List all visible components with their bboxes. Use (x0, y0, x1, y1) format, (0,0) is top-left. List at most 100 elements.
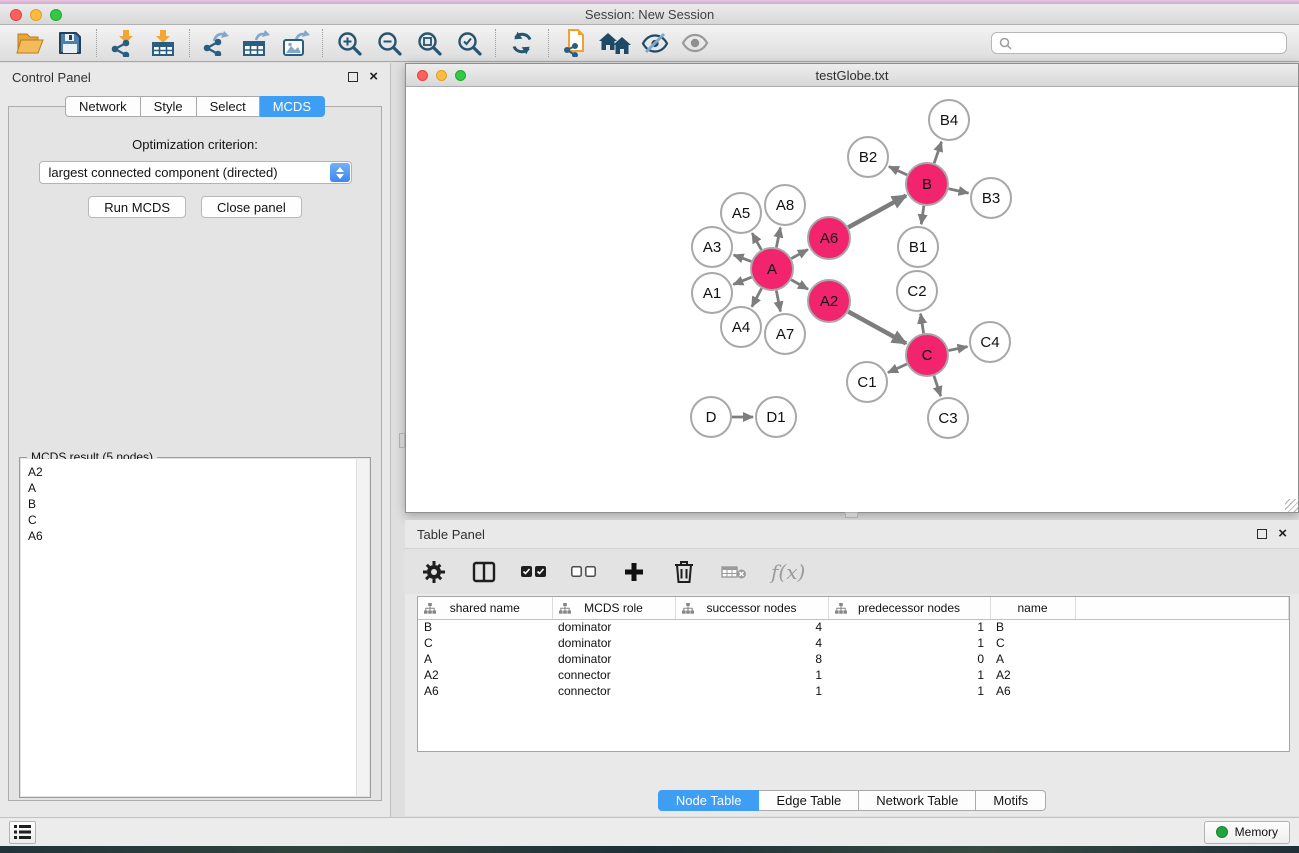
column-header-predecessor-nodes[interactable]: predecessor nodes (828, 597, 990, 619)
float-panel-icon[interactable] (348, 72, 358, 82)
close-panel-button[interactable]: Close panel (201, 196, 302, 218)
home-icon[interactable] (595, 26, 635, 60)
result-scrollbar[interactable] (356, 459, 369, 796)
tab-mcds[interactable]: MCDS (260, 96, 325, 117)
optimization-criterion-label: Optimization criterion: (9, 137, 381, 152)
zoom-window-button[interactable] (50, 9, 62, 21)
graph-edge-B-B2[interactable] (889, 167, 907, 175)
table-row[interactable]: Adominator80A (418, 651, 1289, 667)
graph-edge-A-A3[interactable] (734, 255, 752, 262)
export-image-icon[interactable] (276, 26, 316, 60)
toolbar-separator (548, 29, 549, 57)
delete-table-icon[interactable] (721, 557, 747, 587)
zoom-fit-icon[interactable] (409, 26, 449, 60)
graph-edge-A-A5[interactable] (752, 233, 761, 250)
table-row[interactable]: A2connector11A2 (418, 667, 1289, 683)
result-item[interactable]: C (28, 512, 362, 528)
float-table-panel-icon[interactable] (1257, 529, 1267, 539)
table-row[interactable]: Bdominator41B (418, 619, 1289, 635)
close-panel-icon[interactable]: × (369, 72, 378, 82)
refresh-icon[interactable] (502, 26, 542, 60)
close-window-button[interactable] (10, 9, 22, 21)
result-item[interactable]: A2 (28, 464, 362, 480)
optimization-select[interactable]: largest connected component (directed) (39, 161, 352, 184)
select-all-icon[interactable] (521, 557, 547, 587)
graph-edge-A-A7[interactable] (776, 291, 780, 312)
graph-edge-A-A8[interactable] (776, 228, 780, 248)
add-column-icon[interactable] (621, 557, 647, 587)
resize-grip-icon[interactable] (1285, 499, 1298, 512)
network-zoom-button[interactable] (455, 70, 466, 81)
window-controls (10, 9, 62, 21)
hide-graphics-details-icon[interactable] (635, 26, 675, 60)
graph-edge-B-B1[interactable] (921, 206, 924, 224)
graph-edge-A2-C[interactable] (848, 312, 906, 344)
result-item[interactable]: A (28, 480, 362, 496)
task-list-button[interactable] (9, 821, 36, 844)
graph-node-label: A (767, 261, 777, 278)
horizontal-divider-handle[interactable] (845, 512, 858, 518)
column-header-shared-name[interactable]: shared name (418, 597, 552, 619)
graph-edge-B-B3[interactable] (948, 189, 968, 193)
network-minimize-button[interactable] (436, 70, 447, 81)
export-network-icon[interactable] (196, 26, 236, 60)
run-mcds-button[interactable]: Run MCDS (88, 196, 186, 218)
node-table: shared nameMCDS rolesuccessor nodesprede… (418, 597, 1289, 699)
function-builder-icon[interactable]: f(x) (771, 557, 805, 587)
import-table-icon[interactable] (143, 26, 183, 60)
delete-column-icon[interactable] (671, 557, 697, 587)
tab-edge-table[interactable]: Edge Table (759, 790, 859, 811)
graph-edge-C-C4[interactable] (949, 347, 968, 351)
table-cell: C (418, 635, 552, 651)
tab-network-table[interactable]: Network Table (859, 790, 976, 811)
open-file-icon[interactable] (10, 26, 50, 60)
column-header-name[interactable]: name (990, 597, 1075, 619)
show-graphics-details-icon[interactable] (675, 26, 715, 60)
vertical-divider-handle[interactable] (399, 433, 405, 448)
graph-edge-A6-B[interactable] (848, 196, 906, 228)
table-panel-title: Table Panel (417, 527, 485, 542)
graph-edge-A-A4[interactable] (752, 288, 762, 306)
export-table-icon[interactable] (236, 26, 276, 60)
graph-edge-A-A6[interactable] (791, 249, 808, 258)
network-close-button[interactable] (417, 70, 428, 81)
column-header-successor-nodes[interactable]: successor nodes (675, 597, 828, 619)
search-input[interactable] (1017, 36, 1279, 50)
graph-edge-A-A1[interactable] (733, 277, 751, 284)
minimize-window-button[interactable] (30, 9, 42, 21)
graph-edge-C-C2[interactable] (921, 314, 924, 334)
toolbar-separator (189, 29, 190, 57)
table-row[interactable]: A6connector11A6 (418, 683, 1289, 699)
gear-icon[interactable] (421, 557, 447, 587)
search-field[interactable] (991, 32, 1287, 54)
import-network-icon[interactable] (103, 26, 143, 60)
tab-motifs[interactable]: Motifs (976, 790, 1046, 811)
split-columns-icon[interactable] (471, 557, 497, 587)
clone-network-icon[interactable] (555, 26, 595, 60)
deselect-all-icon[interactable] (571, 557, 597, 587)
memory-button[interactable]: Memory (1204, 821, 1290, 844)
graph-edge-A-A2[interactable] (791, 280, 808, 289)
network-window-titlebar[interactable]: testGlobe.txt (406, 64, 1298, 87)
zoom-selected-icon[interactable] (449, 26, 489, 60)
tab-select[interactable]: Select (197, 96, 260, 117)
graph-edge-C-C1[interactable] (888, 364, 907, 373)
zoom-out-icon[interactable] (369, 26, 409, 60)
tab-network[interactable]: Network (65, 96, 141, 117)
zoom-in-icon[interactable] (329, 26, 369, 60)
table-cell: A (990, 651, 1075, 667)
network-canvas[interactable]: B4B2BB3A8A5A6A3B1AA1C2A2A4A7C4CC1C3DD1 (406, 88, 1298, 512)
result-item[interactable]: B (28, 496, 362, 512)
result-item[interactable]: A6 (28, 528, 362, 544)
table-cell: 4 (675, 619, 828, 635)
graph-edge-C-C3[interactable] (934, 376, 941, 396)
table-row[interactable]: Cdominator41C (418, 635, 1289, 651)
graph-edge-B-B4[interactable] (934, 142, 941, 163)
app-title: Session: New Session (0, 7, 1299, 22)
tab-style[interactable]: Style (141, 96, 197, 117)
graph-node-label: A8 (776, 197, 794, 214)
close-table-panel-icon[interactable]: × (1278, 529, 1287, 539)
column-header-MCDS-role[interactable]: MCDS role (552, 597, 675, 619)
tab-node-table[interactable]: Node Table (658, 790, 760, 811)
save-session-icon[interactable] (50, 26, 90, 60)
